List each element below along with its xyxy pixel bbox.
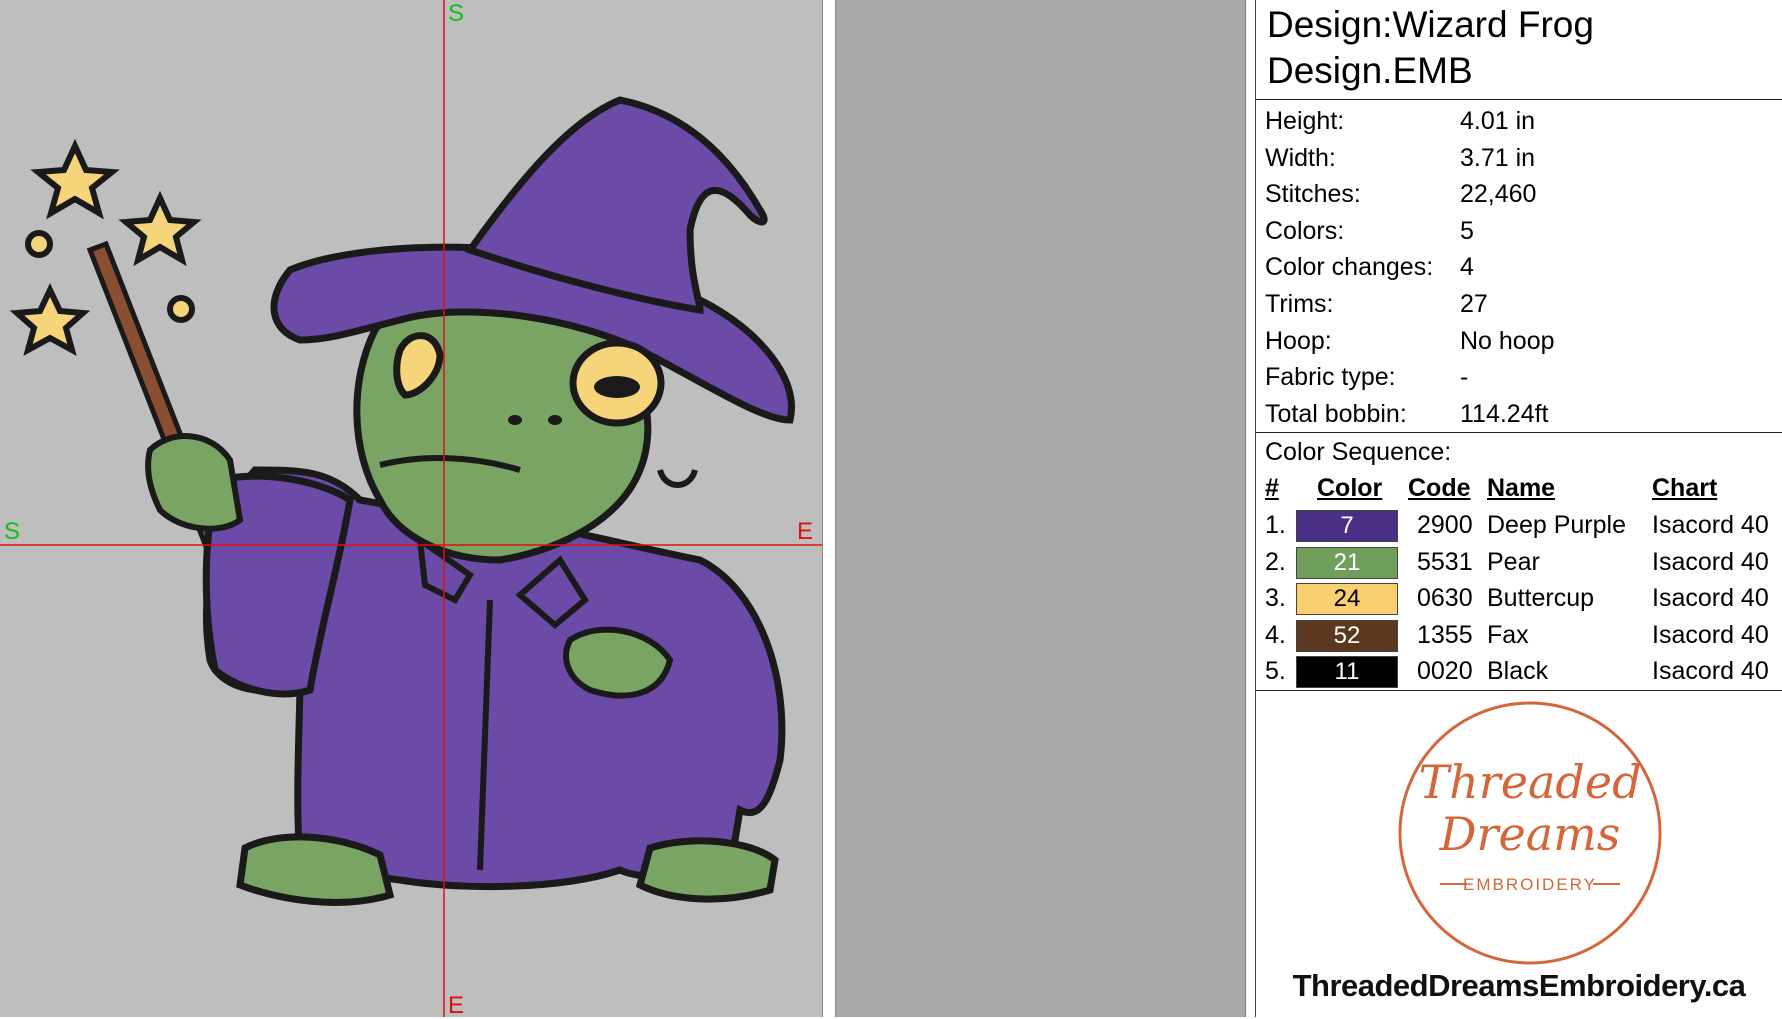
- left-foot: [236, 833, 395, 906]
- col-header-name: Name: [1487, 474, 1556, 502]
- property-label: Colors:: [1265, 216, 1345, 245]
- property-value: -: [1460, 363, 1469, 392]
- property-value: No hoop: [1460, 326, 1555, 355]
- design-title-line1: Design:Wizard Frog: [1267, 4, 1594, 45]
- thread-name: Deep Purple: [1487, 511, 1626, 539]
- thread-code: 1355: [1417, 620, 1473, 649]
- website-url[interactable]: ThreadedDreamsEmbroidery.ca: [1256, 968, 1782, 1004]
- col-header-num: #: [1265, 474, 1279, 502]
- property-label: Hoop:: [1265, 326, 1332, 355]
- thread-name: Buttercup: [1487, 584, 1595, 612]
- design-preview[interactable]: S S: [0, 0, 822, 1017]
- row-number: 1.: [1265, 511, 1286, 539]
- property-value: 22,460: [1460, 180, 1537, 209]
- color-sequence-row: 4. 52 1355 Fax Isacord 40: [1256, 617, 1782, 654]
- color-swatch: 11: [1296, 656, 1398, 688]
- logo-line2: Dreams: [1439, 807, 1621, 861]
- panel-separator: [1246, 0, 1256, 1017]
- color-swatch: 52: [1296, 619, 1398, 652]
- color-sequence-row: 3. 24 0630 Buttercup Isacord 40: [1256, 580, 1782, 617]
- thread-name: Pear: [1487, 547, 1540, 576]
- design-info-panel: Design:Wizard Frog Design.EMB Height: 4.0…: [1256, 0, 1782, 1017]
- property-label: Fabric type:: [1265, 363, 1396, 392]
- wizard-frog-embroidery-image: [0, 0, 822, 1017]
- divider: [1256, 99, 1782, 100]
- property-label: Width:: [1265, 143, 1336, 172]
- property-value: 114.24ft: [1460, 399, 1549, 428]
- color-swatch: 7: [1296, 510, 1398, 542]
- thread-code: 2900: [1417, 511, 1473, 539]
- logo-line3: EMBROIDERY: [1463, 875, 1597, 894]
- thread-chart: Isacord 40: [1652, 657, 1769, 685]
- sparkle-dot: [25, 230, 53, 258]
- preview-border: [822, 0, 836, 1017]
- color-sequence-title: Color Sequence:: [1265, 438, 1452, 466]
- color-swatch: 24: [1296, 583, 1398, 615]
- property-label: Color changes:: [1265, 253, 1434, 282]
- property-label: Stitches:: [1265, 180, 1361, 209]
- property-label: Trims:: [1265, 290, 1334, 318]
- row-number: 5.: [1265, 657, 1286, 685]
- axis-label-top: S: [448, 0, 465, 27]
- thread-code: 0020: [1417, 657, 1473, 685]
- design-title: Design:Wizard Frog Design.EMB: [1267, 2, 1594, 94]
- thread-chart: Isacord 40: [1652, 511, 1769, 539]
- thread-code: 0630: [1417, 584, 1473, 612]
- logo-line1: Threaded: [1418, 755, 1641, 809]
- left-hand: [145, 433, 244, 532]
- col-header-chart: Chart: [1652, 474, 1718, 502]
- property-value: 3.71 in: [1460, 143, 1536, 172]
- axis-label-right: E: [797, 518, 814, 545]
- thread-chart: Isacord 40: [1652, 547, 1769, 576]
- divider: [1256, 690, 1782, 691]
- right-foot: [635, 837, 779, 903]
- col-header-code: Code: [1408, 474, 1471, 502]
- col-header-color: Color: [1317, 474, 1383, 502]
- color-swatch: 21: [1296, 546, 1398, 579]
- thread-name: Fax: [1487, 620, 1529, 649]
- empty-workspace: [836, 0, 1246, 1017]
- row-number: 2.: [1265, 547, 1286, 576]
- color-sequence-row: 1. 7 2900 Deep Purple Isacord 40: [1256, 507, 1782, 544]
- thread-name: Black: [1487, 657, 1549, 685]
- thread-code: 5531: [1417, 547, 1473, 576]
- color-sequence-row: 5. 11 0020 Black Isacord 40: [1256, 653, 1782, 690]
- threaded-dreams-logo: Threaded Dreams EMBROIDERY: [1398, 701, 1662, 965]
- property-label: Total bobbin:: [1265, 399, 1407, 428]
- color-sequence-row: 2. 21 5531 Pear Isacord 40: [1256, 544, 1782, 581]
- row-number: 4.: [1265, 620, 1286, 649]
- axis-label-bottom: E: [448, 992, 465, 1019]
- axis-label-left: S: [4, 518, 21, 545]
- thread-chart: Isacord 40: [1652, 620, 1769, 649]
- property-value: 4: [1460, 253, 1474, 282]
- row-number: 3.: [1265, 584, 1286, 612]
- property-label: Height:: [1265, 107, 1345, 135]
- thread-chart: Isacord 40: [1652, 584, 1769, 612]
- design-filename: Design.EMB: [1267, 50, 1473, 91]
- property-value: 27: [1460, 290, 1488, 318]
- property-value: 5: [1460, 216, 1474, 245]
- divider: [1256, 432, 1782, 433]
- sparkle-dot: [167, 295, 195, 323]
- property-value: 4.01 in: [1460, 107, 1536, 135]
